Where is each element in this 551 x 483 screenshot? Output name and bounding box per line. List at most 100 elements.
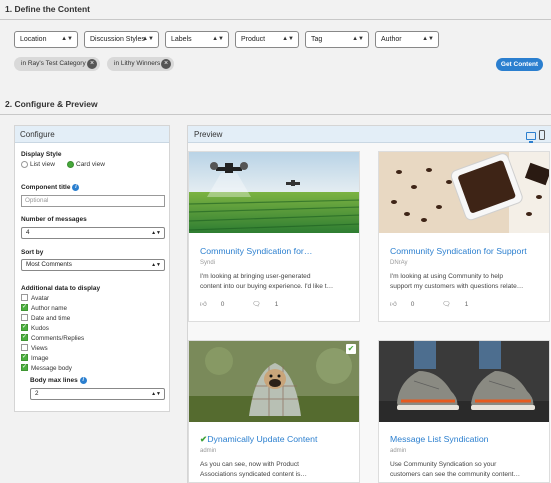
comments-stat: 🗨︎ 1 bbox=[442, 301, 482, 308]
card-view-radio[interactable]: Card view bbox=[67, 161, 105, 168]
option-label: Date and time bbox=[31, 315, 71, 322]
section-define-content-heading: 1. Define the Content bbox=[0, 0, 551, 20]
chevron-updown-icon: ▲▼ bbox=[151, 391, 161, 397]
component-title-text: Component title bbox=[21, 184, 71, 192]
number-of-messages-label: Number of messages bbox=[21, 216, 87, 223]
sort-by-label: Sort by bbox=[21, 249, 44, 256]
pug-blanket-image: ✔ bbox=[189, 341, 359, 422]
product-dropdown[interactable]: Product ▲▼ bbox=[235, 31, 299, 48]
card-stats: 👍︎ 0 🗨︎ 1 bbox=[200, 300, 306, 308]
check-icon[interactable]: ✔ bbox=[346, 344, 356, 354]
sort-by-select[interactable]: Most Comments ▲▼ bbox=[21, 259, 165, 271]
comments-count: 1 bbox=[464, 301, 469, 308]
kudos-stat: 👍︎ 0 bbox=[390, 301, 428, 308]
option-label: Avatar bbox=[31, 295, 50, 302]
body-max-lines-label: Body max lines i bbox=[30, 377, 87, 384]
message-card[interactable]: ✔ ✔Dynamically Update Content admin As y… bbox=[188, 340, 360, 483]
card-body-line: content into our buying experience. I'd … bbox=[200, 283, 334, 290]
card-body-line: support my customers with questions rela… bbox=[390, 283, 524, 290]
option-views[interactable]: Views bbox=[21, 343, 48, 353]
option-image[interactable]: Image bbox=[21, 353, 49, 363]
checkbox-checked-icon bbox=[21, 353, 28, 361]
chip-label: in Ray's Test Category bbox=[21, 60, 86, 67]
checkbox-checked-icon bbox=[21, 333, 28, 341]
section-configure-preview-heading: 2. Configure & Preview bbox=[0, 95, 551, 115]
card-body: As you can see, now with Product Associa… bbox=[200, 460, 352, 480]
number-of-messages-value: 4 bbox=[26, 229, 30, 236]
preview-panel-header: Preview bbox=[188, 126, 551, 143]
filter-chip-lithy-winners: in Lithy Winners × bbox=[107, 57, 174, 71]
card-title[interactable]: Community Syndication for Support bbox=[390, 246, 527, 256]
option-label: Message body bbox=[31, 365, 72, 372]
card-body: I'm looking at using Community to help s… bbox=[390, 272, 542, 292]
option-author-name[interactable]: Author name bbox=[21, 303, 67, 313]
author-dropdown[interactable]: Author ▲▼ bbox=[375, 31, 439, 48]
discussion-styles-dropdown[interactable]: Discussion Styles ▲▼ bbox=[84, 31, 159, 48]
chevron-updown-icon: ▲▼ bbox=[212, 36, 224, 42]
mobile-icon[interactable] bbox=[539, 130, 545, 140]
list-view-label: List view bbox=[30, 161, 55, 169]
configure-panel-title: Configure bbox=[15, 126, 169, 143]
card-title[interactable]: ✔Dynamically Update Content bbox=[200, 434, 317, 445]
option-label: Image bbox=[31, 355, 49, 362]
location-dropdown[interactable]: Location ▲▼ bbox=[14, 31, 78, 48]
chevron-updown-icon: ▲▼ bbox=[151, 230, 161, 236]
remove-chip-icon[interactable]: × bbox=[87, 59, 97, 69]
get-content-button[interactable]: Get Content bbox=[496, 58, 543, 71]
chevron-updown-icon: ▲▼ bbox=[151, 262, 161, 268]
location-dropdown-label: Location bbox=[20, 36, 47, 43]
comment-icon: 🗨︎ bbox=[252, 301, 261, 308]
option-kudos[interactable]: Kudos bbox=[21, 323, 49, 333]
discussion-styles-dropdown-label: Discussion Styles bbox=[90, 36, 145, 43]
body-max-lines-value: 2 bbox=[35, 390, 39, 397]
card-title[interactable]: Community Syndication for… bbox=[200, 246, 313, 256]
option-avatar[interactable]: Avatar bbox=[21, 293, 50, 303]
card-body-line: customers can see the community content… bbox=[390, 471, 521, 478]
tag-dropdown-label: Tag bbox=[311, 36, 323, 43]
number-of-messages-select[interactable]: 4 ▲▼ bbox=[21, 227, 165, 239]
card-body-line: I'm looking at using Community to help bbox=[390, 273, 504, 280]
card-body-line: I'm looking at bringing user-generated bbox=[200, 273, 311, 280]
labels-dropdown-label: Labels bbox=[171, 36, 192, 43]
card-author[interactable]: Syndi bbox=[200, 260, 215, 266]
checkbox-unchecked-icon bbox=[21, 343, 28, 351]
option-label: Kudos bbox=[31, 325, 49, 332]
radio-on-icon bbox=[67, 161, 74, 168]
kudos-count: 0 bbox=[220, 301, 225, 308]
list-view-radio[interactable]: List view bbox=[21, 161, 55, 168]
product-dropdown-label: Product bbox=[241, 36, 266, 43]
body-max-lines-select[interactable]: 2 ▲▼ bbox=[30, 388, 165, 400]
comments-stat: 🗨︎ 1 bbox=[252, 301, 292, 308]
checkbox-checked-icon bbox=[21, 363, 28, 371]
message-card[interactable]: Message List Syndication admin Use Commu… bbox=[378, 340, 550, 483]
card-body-line: Associations syndicated content is… bbox=[200, 471, 308, 478]
body-max-lines-text: Body max lines bbox=[30, 377, 78, 385]
chip-label: in Lithy Winners bbox=[114, 60, 161, 67]
option-message-body[interactable]: Message body bbox=[21, 363, 72, 373]
message-card[interactable]: Community Syndication for… Syndi I'm loo… bbox=[188, 151, 360, 322]
info-icon[interactable]: i bbox=[72, 184, 80, 191]
card-author[interactable]: DNrAy bbox=[390, 260, 408, 266]
card-body: Use Community Syndication so your custom… bbox=[390, 460, 542, 480]
message-card[interactable]: Community Syndication for Support DNrAy … bbox=[378, 151, 550, 322]
labels-dropdown[interactable]: Labels ▲▼ bbox=[165, 31, 229, 48]
option-date-and-time[interactable]: Date and time bbox=[21, 313, 71, 323]
checkbox-unchecked-icon bbox=[21, 313, 28, 321]
card-author[interactable]: admin bbox=[200, 448, 216, 454]
desktop-icon[interactable] bbox=[526, 132, 536, 143]
chevron-updown-icon: ▲▼ bbox=[282, 36, 294, 42]
info-icon[interactable]: i bbox=[79, 377, 87, 384]
drone-field-image bbox=[189, 152, 359, 233]
card-stats: 👍︎ 0 🗨︎ 1 bbox=[390, 300, 496, 308]
tag-dropdown[interactable]: Tag ▲▼ bbox=[305, 31, 369, 48]
remove-chip-icon[interactable]: × bbox=[161, 59, 171, 69]
option-comments-replies[interactable]: Comments/Replies bbox=[21, 333, 84, 343]
component-title-input[interactable]: Optional bbox=[21, 195, 165, 207]
card-author[interactable]: admin bbox=[390, 448, 406, 454]
card-title[interactable]: Message List Syndication bbox=[390, 434, 489, 444]
option-label: Views bbox=[31, 345, 48, 352]
checkbox-unchecked-icon bbox=[21, 293, 28, 301]
filter-chip-rays-test-category: in Ray's Test Category × bbox=[14, 57, 100, 71]
card-body-line: As you can see, now with Product bbox=[200, 461, 299, 468]
card-body: I'm looking at bringing user-generated c… bbox=[200, 272, 352, 292]
